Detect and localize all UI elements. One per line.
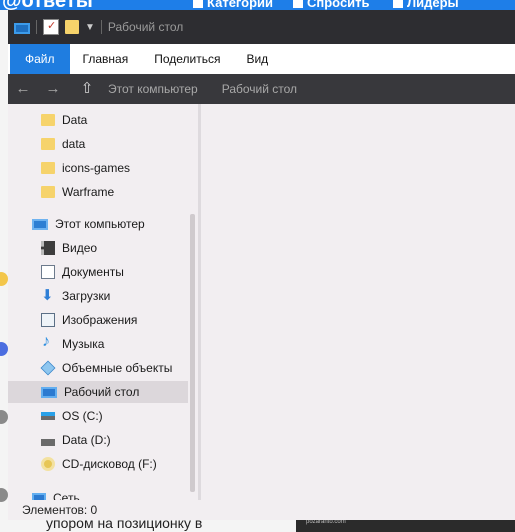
- title-bar[interactable]: ▼ Рабочий стол: [8, 10, 515, 44]
- file-explorer-window: ▼ Рабочий стол Файл Главная Поделиться В…: [8, 10, 515, 520]
- music-icon: [41, 333, 55, 351]
- nav-item-data-folder[interactable]: Data: [8, 109, 188, 131]
- folder-icon: [41, 114, 55, 126]
- nav-item-this-pc[interactable]: Этот компьютер: [8, 213, 188, 235]
- avatar: [0, 342, 8, 356]
- customize-quick-access-chevron-icon[interactable]: ▼: [85, 22, 95, 33]
- avatar: [0, 488, 8, 502]
- folder-icon: [41, 186, 55, 198]
- nav-categories[interactable]: Категории: [193, 0, 273, 10]
- folder-icon: [41, 138, 55, 150]
- nav-ask[interactable]: Спросить: [293, 0, 370, 10]
- folder-icon: [41, 162, 55, 174]
- separator: [100, 20, 102, 34]
- tab-file[interactable]: Файл: [10, 44, 70, 74]
- ribbon-tabs: Файл Главная Поделиться Вид: [8, 44, 515, 74]
- video-icon: [41, 241, 55, 255]
- bars-icon: [393, 0, 403, 8]
- breadcrumb-this-pc[interactable]: Этот компьютер: [108, 82, 198, 96]
- nav-item-icons-games[interactable]: icons-games: [8, 157, 188, 179]
- up-arrow-icon[interactable]: ⇧: [74, 74, 100, 104]
- nav-item-3d-objects[interactable]: Объемные объекты: [8, 357, 188, 379]
- nav-item-data-lower-folder[interactable]: data: [8, 133, 188, 155]
- new-folder-icon[interactable]: [65, 20, 79, 34]
- this-pc-icon: [14, 22, 30, 34]
- this-pc-icon: [32, 218, 48, 230]
- nav-item-videos[interactable]: Видео: [8, 237, 188, 259]
- site-logo: @ответы: [2, 0, 93, 10]
- tab-share[interactable]: Поделиться: [141, 44, 233, 74]
- back-arrow-icon[interactable]: ←: [8, 74, 38, 104]
- 3d-objects-icon: [40, 360, 56, 376]
- properties-icon[interactable]: [43, 19, 59, 35]
- nav-item-downloads[interactable]: Загрузки: [8, 285, 188, 307]
- breadcrumb-desktop[interactable]: Рабочий стол: [222, 82, 297, 96]
- desktop-icon: [41, 386, 57, 398]
- item-count: Элементов: 0: [22, 503, 98, 517]
- background-page-sidebar: [0, 10, 8, 532]
- cd-drive-icon: [41, 457, 55, 471]
- separator: [36, 20, 37, 34]
- forward-arrow-icon[interactable]: →: [38, 74, 68, 104]
- downloads-icon: [41, 286, 55, 304]
- navigation-pane-scrollbar[interactable]: [188, 104, 198, 500]
- grid-icon: [193, 0, 203, 8]
- background-site-header: @ответы Категории Спросить Лидеры: [0, 0, 515, 10]
- nav-item-music[interactable]: Музыка: [8, 333, 188, 355]
- tab-view[interactable]: Вид: [233, 44, 281, 74]
- plus-icon: [293, 0, 303, 8]
- drive-icon: [41, 439, 55, 446]
- status-bar: Элементов: 0: [8, 500, 515, 520]
- avatar: [0, 272, 8, 286]
- file-list-area[interactable]: [201, 104, 515, 500]
- navigation-pane: Data data icons-games Warframe Этот комп…: [8, 104, 188, 500]
- avatar: [0, 410, 8, 424]
- window-title: Рабочий стол: [107, 20, 184, 34]
- scrollbar-thumb[interactable]: [190, 214, 195, 492]
- documents-icon: [41, 265, 55, 279]
- nav-item-documents[interactable]: Документы: [8, 261, 188, 283]
- nav-item-network[interactable]: Сеть: [8, 487, 188, 500]
- nav-item-warframe[interactable]: Warframe: [8, 181, 188, 203]
- nav-item-desktop[interactable]: Рабочий стол: [8, 381, 188, 403]
- tab-home[interactable]: Главная: [70, 44, 142, 74]
- network-icon: [32, 493, 46, 500]
- os-drive-icon: [41, 412, 55, 420]
- nav-leaders[interactable]: Лидеры: [393, 0, 459, 10]
- nav-item-os-drive[interactable]: OS (C:): [8, 405, 188, 427]
- address-bar: ← → ⇧ Этот компьютер Рабочий стол: [8, 74, 515, 104]
- nav-item-data-drive[interactable]: Data (D:): [8, 429, 188, 451]
- nav-item-pictures[interactable]: Изображения: [8, 309, 188, 331]
- pictures-icon: [41, 313, 55, 327]
- nav-item-cd-drive[interactable]: CD-дисковод (F:): [8, 453, 188, 475]
